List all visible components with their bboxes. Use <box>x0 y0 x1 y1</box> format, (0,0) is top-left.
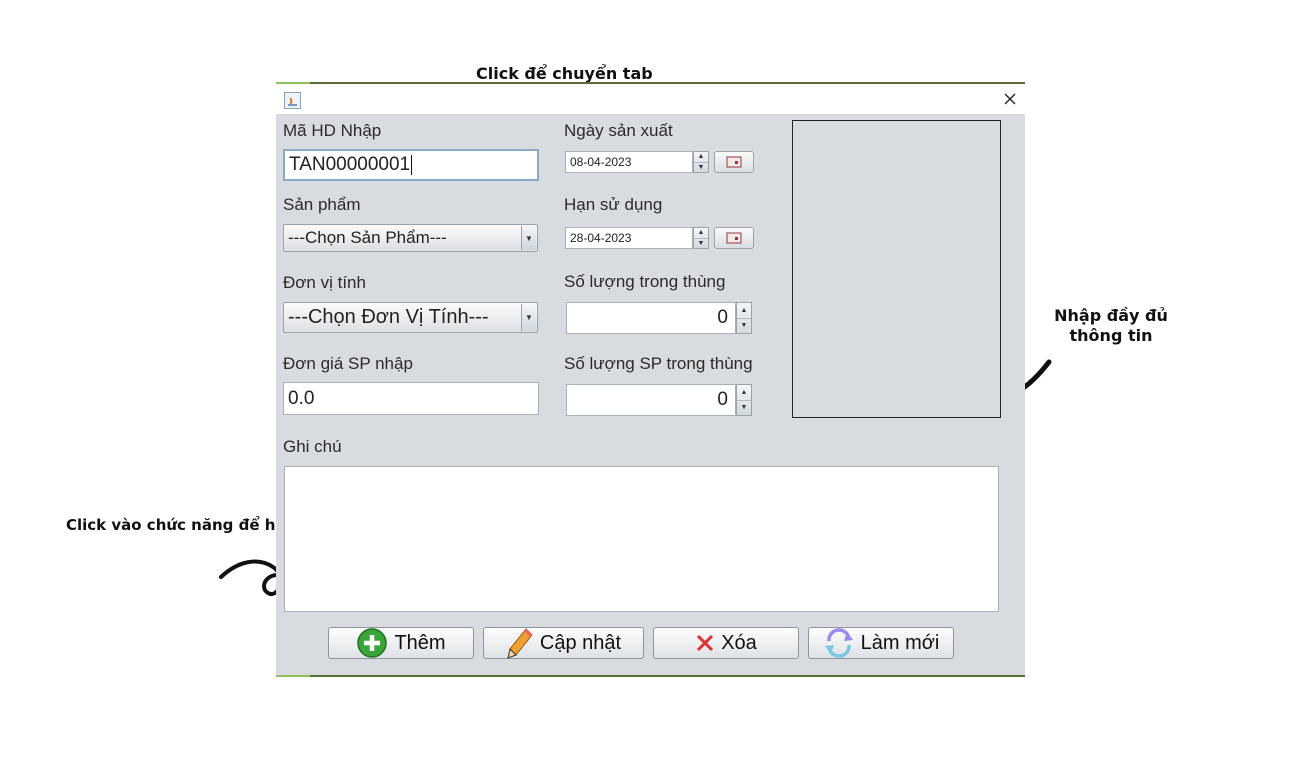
java-app-icon <box>284 92 301 109</box>
spinner-up-icon[interactable]: ▲ <box>694 152 708 162</box>
dropdown-arrow-icon[interactable]: ▼ <box>521 226 536 250</box>
spinner-down-icon[interactable]: ▼ <box>694 161 708 173</box>
calendar-icon <box>726 232 742 244</box>
qty-sp-box-value: 0 <box>717 389 728 410</box>
close-icon[interactable] <box>1002 90 1018 108</box>
qty-box-value: 0 <box>717 307 728 328</box>
update-button-label: Cập nhật <box>539 631 622 654</box>
invoice-code-label: Mã HD Nhập <box>283 121 382 140</box>
refresh-button[interactable]: Làm mới <box>808 627 954 659</box>
mfg-date-label: Ngày sản xuất <box>564 121 673 140</box>
delete-button-label: Xóa <box>721 631 757 654</box>
qty-box-label: Số lượng trong thùng <box>564 272 726 291</box>
mfg-date-value: 08-04-2023 <box>570 155 632 169</box>
pencil-icon <box>506 627 534 659</box>
mfg-date-calendar-button[interactable] <box>714 151 754 173</box>
delete-button[interactable]: Xóa <box>653 627 799 659</box>
spinner-down-icon[interactable]: ▼ <box>694 237 708 249</box>
product-image-panel[interactable] <box>792 120 1001 418</box>
expiry-date-field[interactable]: 28-04-2023 <box>565 227 693 249</box>
mfg-date-field[interactable]: 08-04-2023 <box>565 151 693 173</box>
qty-box-spinner[interactable]: ▲ ▼ <box>736 302 752 334</box>
expiry-label: Hạn sử dụng <box>564 195 663 214</box>
window-bottom-border <box>276 675 1025 677</box>
spinner-up-icon[interactable]: ▲ <box>737 303 751 318</box>
expiry-date-value: 28-04-2023 <box>570 231 632 245</box>
spinner-down-icon[interactable]: ▼ <box>737 317 751 334</box>
qty-sp-box-spinner[interactable]: ▲ ▼ <box>736 384 752 416</box>
product-select[interactable]: ---Chọn Sản Phẩm--- ▼ <box>283 224 538 252</box>
import-invoice-dialog: Mã HD Nhập TAN00000001 Sản phẩm ---Chọn … <box>276 82 1025 677</box>
notes-textarea[interactable] <box>284 466 999 612</box>
unit-price-field[interactable]: 0.0 <box>283 382 539 415</box>
invoice-code-field[interactable]: TAN00000001 <box>283 149 539 181</box>
annotation-tab-hint: Click để chuyển tab <box>476 64 653 83</box>
product-label: Sản phẩm <box>283 195 361 214</box>
x-icon <box>695 633 715 653</box>
refresh-icon <box>823 627 855 659</box>
unit-price-label: Đơn giá SP nhập <box>283 354 413 373</box>
product-selected-value: ---Chọn Sản Phẩm--- <box>288 228 447 247</box>
text-caret <box>411 155 413 175</box>
invoice-code-value: TAN00000001 <box>289 154 411 175</box>
qty-sp-box-label: Số lượng SP trong thùng <box>564 354 753 373</box>
spinner-up-icon[interactable]: ▲ <box>737 385 751 400</box>
refresh-button-label: Làm mới <box>860 631 940 654</box>
dropdown-arrow-icon[interactable]: ▼ <box>521 304 536 331</box>
notes-label: Ghi chú <box>283 437 342 456</box>
spinner-down-icon[interactable]: ▼ <box>737 399 751 416</box>
qty-box-field[interactable]: 0 <box>566 302 736 334</box>
window-accent <box>276 675 310 677</box>
calendar-icon <box>726 156 742 168</box>
spinner-up-icon[interactable]: ▲ <box>694 228 708 238</box>
unit-select[interactable]: ---Chọn Đơn Vị Tính--- ▼ <box>283 302 538 333</box>
expiry-date-calendar-button[interactable] <box>714 227 754 249</box>
unit-selected-value: ---Chọn Đơn Vị Tính--- <box>288 306 489 328</box>
expiry-date-spinner[interactable]: ▲ ▼ <box>693 227 709 249</box>
unit-price-value: 0.0 <box>288 387 315 409</box>
update-button[interactable]: Cập nhật <box>483 627 644 659</box>
qty-sp-box-field[interactable]: 0 <box>566 384 736 416</box>
unit-label: Đơn vị tính <box>283 273 366 292</box>
annotation-fill-hint: Nhập đầy đủ thông tin <box>1054 306 1168 345</box>
title-bar <box>276 84 1025 114</box>
add-button[interactable]: Thêm <box>328 627 474 659</box>
mfg-date-spinner[interactable]: ▲ ▼ <box>693 151 709 173</box>
plus-circle-icon <box>356 627 388 659</box>
add-button-label: Thêm <box>394 631 446 654</box>
